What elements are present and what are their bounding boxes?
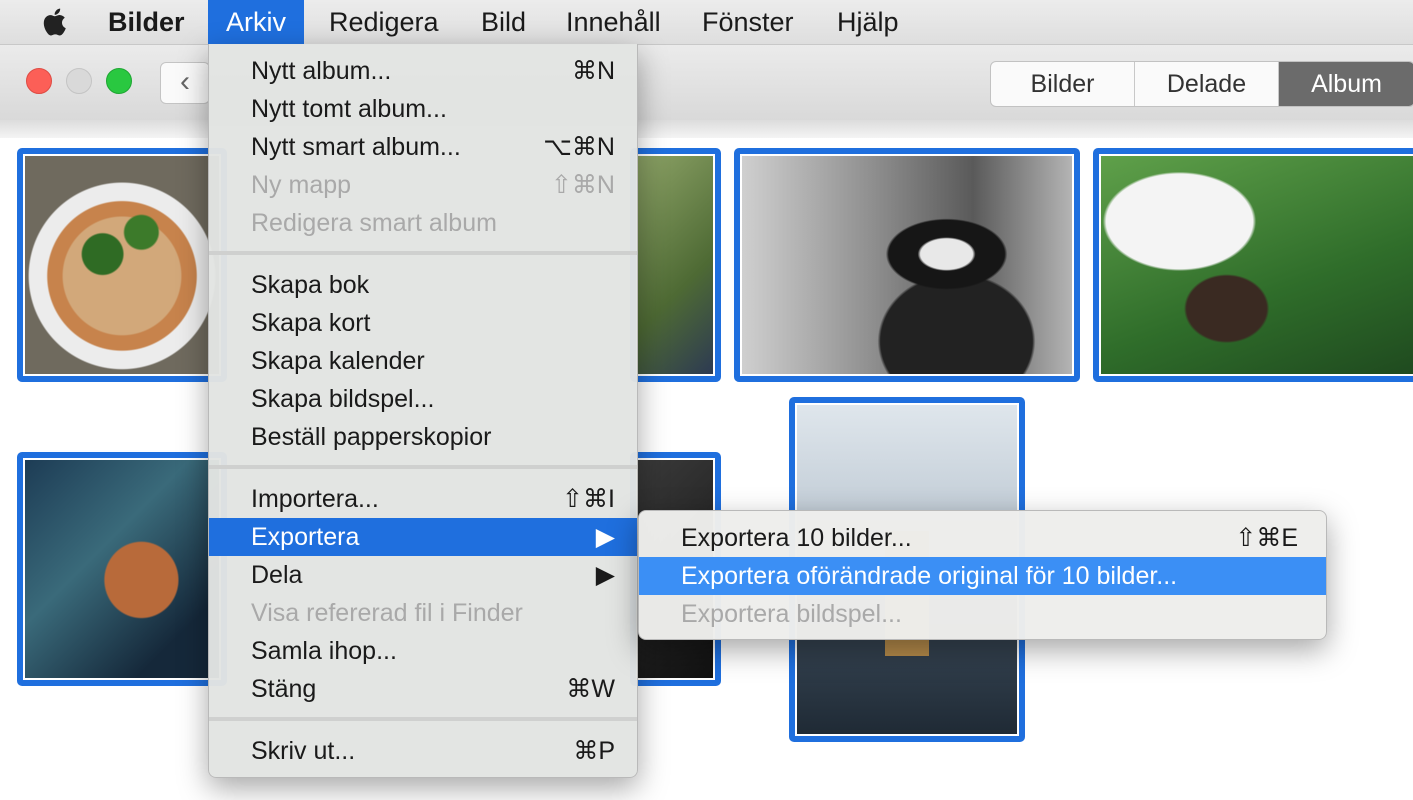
apple-menu-icon[interactable] — [40, 6, 72, 38]
menu-item-label: Samla ihop... — [251, 637, 397, 665]
exportera-submenu: Exportera 10 bilder... ⇧⌘E Exportera ofö… — [638, 510, 1327, 640]
view-segmented-control: Bilder Delade Album — [990, 61, 1413, 107]
menu-item-nytt-smart-album[interactable]: Nytt smart album... ⌥⌘N — [209, 128, 637, 166]
menu-item-shortcut: ⌘W — [566, 675, 615, 703]
segment-bilder[interactable]: Bilder — [991, 62, 1135, 106]
menu-item-skapa-kalender[interactable]: Skapa kalender — [209, 342, 637, 380]
menu-item-label: Skapa bildspel... — [251, 385, 435, 413]
menu-item-label: Skapa bok — [251, 271, 370, 299]
close-window-button[interactable] — [26, 68, 52, 94]
submenu-item-exportera-bilder[interactable]: Exportera 10 bilder... ⇧⌘E — [639, 519, 1326, 557]
menu-separator — [209, 251, 637, 255]
menu-item-shortcut: ⇧⌘E — [1235, 524, 1298, 552]
photo-image — [25, 156, 219, 374]
segment-delade[interactable]: Delade — [1135, 62, 1279, 106]
menu-separator — [209, 717, 637, 721]
menu-item-ny-mapp: Ny mapp ⇧⌘N — [209, 166, 637, 204]
photo-image — [25, 460, 219, 678]
menu-item-skapa-bildspel[interactable]: Skapa bildspel... — [209, 380, 637, 418]
menu-item-label: Exportera bildspel... — [681, 600, 902, 628]
menu-app-name[interactable]: Bilder — [90, 0, 203, 44]
menu-item-label: Dela — [251, 561, 303, 589]
back-button[interactable]: ‹ — [160, 62, 210, 104]
menu-item-dela[interactable]: Dela ▶ — [209, 556, 637, 594]
menu-item-label: Skapa kalender — [251, 347, 425, 375]
menu-item-redigera-smart-album: Redigera smart album — [209, 204, 637, 242]
arkiv-dropdown-menu: Nytt album... ⌘N Nytt tomt album... Nytt… — [208, 44, 638, 778]
menu-item-label: Redigera smart album — [251, 209, 497, 237]
photo-image — [742, 156, 1072, 374]
submenu-item-exportera-bildspel: Exportera bildspel... — [639, 595, 1326, 633]
menu-item-exportera[interactable]: Exportera ▶ — [209, 518, 637, 556]
menu-item-label: Importera... — [251, 485, 379, 513]
menu-item-label: Stäng — [251, 675, 317, 703]
photo-thumbnail-bw-portrait[interactable] — [734, 148, 1080, 382]
menu-bild[interactable]: Bild — [463, 0, 544, 44]
photo-thumbnail-fern[interactable] — [17, 452, 227, 686]
menu-item-shortcut: ⌘N — [571, 57, 615, 85]
menu-arkiv[interactable]: Arkiv — [208, 0, 304, 44]
submenu-item-exportera-original[interactable]: Exportera oförändrade original för 10 bi… — [639, 557, 1326, 595]
menu-item-nytt-album[interactable]: Nytt album... ⌘N — [209, 52, 637, 90]
photo-image — [638, 156, 713, 374]
menu-item-label: Visa refererad fil i Finder — [251, 599, 523, 627]
menu-item-label: Nytt album... — [251, 57, 392, 85]
menu-item-shortcut: ⇧⌘N — [550, 171, 615, 199]
photo-thumbnail-lawn-portrait[interactable] — [1093, 148, 1413, 382]
minimize-window-button[interactable] — [66, 68, 92, 94]
submenu-arrow-icon: ▶ — [595, 523, 615, 551]
photo-thumbnail-pizza[interactable] — [17, 148, 227, 382]
menu-item-shortcut: ⌥⌘N — [543, 133, 615, 161]
menu-item-label: Skapa kort — [251, 309, 371, 337]
menu-item-visa-refererad-fil: Visa refererad fil i Finder — [209, 594, 637, 632]
menu-item-label: Nytt tomt album... — [251, 95, 447, 123]
photo-thumbnail-grass-shoes[interactable] — [630, 148, 721, 382]
menu-item-label: Skriv ut... — [251, 737, 356, 765]
menu-item-label: Exportera oförändrade original för 10 bi… — [681, 562, 1178, 590]
menu-item-samla-ihop[interactable]: Samla ihop... — [209, 632, 637, 670]
menu-item-shortcut: ⌘P — [573, 737, 615, 765]
menu-item-bestall-papperskopior[interactable]: Beställ papperskopior — [209, 418, 637, 456]
menu-innehall[interactable]: Innehåll — [548, 0, 679, 44]
menu-bar: Bilder Arkiv Redigera Bild Innehåll Föns… — [0, 0, 1413, 45]
submenu-arrow-icon: ▶ — [595, 561, 615, 589]
menu-item-label: Ny mapp — [251, 171, 352, 199]
menu-item-label: Exportera 10 bilder... — [681, 524, 912, 552]
menu-item-label: Beställ papperskopior — [251, 423, 492, 451]
menu-separator — [209, 465, 637, 469]
menu-item-importera[interactable]: Importera... ⇧⌘I — [209, 480, 637, 518]
menu-item-shortcut: ⇧⌘I — [562, 485, 615, 513]
menu-item-label: Exportera — [251, 523, 360, 551]
menu-item-label: Nytt smart album... — [251, 133, 461, 161]
menu-hjalp[interactable]: Hjälp — [819, 0, 917, 44]
menu-item-stang[interactable]: Stäng ⌘W — [209, 670, 637, 708]
menu-item-skapa-bok[interactable]: Skapa bok — [209, 266, 637, 304]
menu-item-skriv-ut[interactable]: Skriv ut... ⌘P — [209, 732, 637, 770]
menu-redigera[interactable]: Redigera — [311, 0, 457, 44]
menu-item-skapa-kort[interactable]: Skapa kort — [209, 304, 637, 342]
menu-fonster[interactable]: Fönster — [684, 0, 812, 44]
menu-item-nytt-tomt-album[interactable]: Nytt tomt album... — [209, 90, 637, 128]
zoom-window-button[interactable] — [106, 68, 132, 94]
photo-image — [1101, 156, 1413, 374]
segment-album[interactable]: Album — [1279, 62, 1413, 106]
